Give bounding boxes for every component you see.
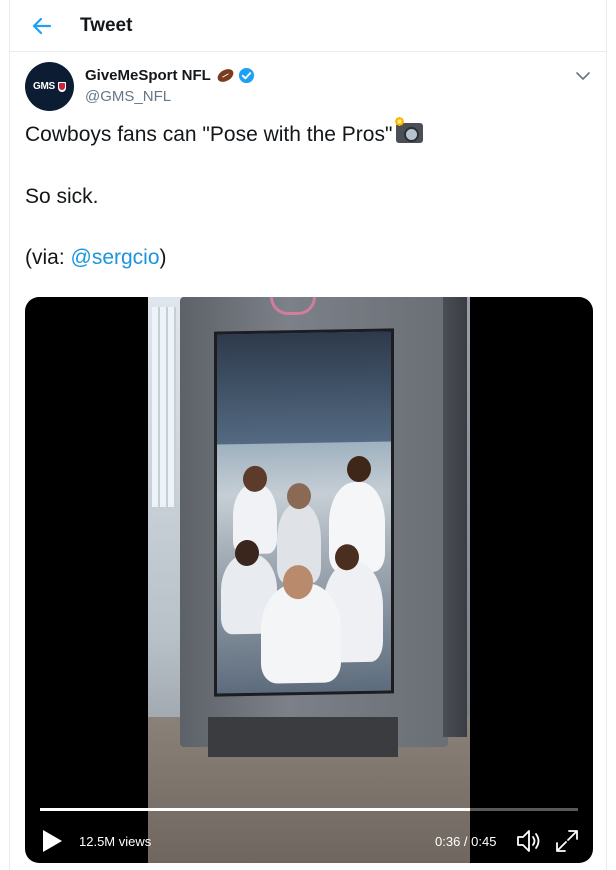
back-button[interactable] [28, 12, 56, 40]
author-name-row: GiveMeSport NFL [85, 66, 255, 85]
video-frame [148, 297, 470, 863]
avatar-logo-text: GMS [33, 81, 55, 92]
via-suffix: ) [159, 246, 167, 269]
page-title: Tweet [80, 15, 133, 36]
video-time: 0:36 / 0:45 [435, 834, 497, 849]
arrow-left-icon [32, 17, 52, 35]
author-display-name[interactable]: GiveMeSport NFL [85, 67, 211, 84]
fullscreen-icon[interactable] [555, 829, 579, 853]
tweet-line-3: (via: @sergcio) [25, 243, 167, 273]
via-prefix: (via: [25, 246, 71, 269]
tweet-author: GMS GiveMeSport NFL @GMS_NFL [25, 62, 595, 112]
video-player[interactable]: 12.5M views 0:36 / 0:45 [25, 297, 593, 863]
player-head [347, 455, 371, 483]
verified-icon [238, 67, 254, 84]
view-count: 12.5M views [79, 834, 152, 849]
play-icon[interactable] [41, 829, 63, 853]
video-progress-fill [40, 808, 471, 811]
tweet-line-1-text: Cowboys fans can "Pose with the Pros" [25, 123, 393, 146]
nfl-shield-icon [57, 81, 66, 92]
page-header: Tweet [10, 0, 606, 52]
stadium-ceiling [217, 331, 391, 445]
tweet-line-1: Cowboys fans can "Pose with the Pros" [25, 117, 424, 150]
video-progress-bar[interactable] [40, 808, 578, 811]
avatar[interactable]: GMS [25, 62, 74, 111]
volume-icon[interactable] [515, 828, 543, 854]
tweet-line-2: So sick. [25, 185, 99, 208]
camera-with-flash-icon [394, 117, 424, 143]
football-icon [215, 66, 236, 85]
kiosk-screen [214, 328, 394, 697]
kiosk-base [208, 717, 398, 757]
author-handle[interactable]: @GMS_NFL [85, 88, 171, 105]
tweet-page: Tweet GMS GiveMeSport NFL @GMS_NFL Cowbo… [9, 0, 607, 870]
video-controls: 12.5M views 0:36 / 0:45 [25, 822, 593, 862]
background-window [152, 307, 176, 507]
kiosk-side [443, 297, 467, 737]
tweet-menu-button[interactable] [571, 66, 595, 86]
chevron-down-icon [576, 71, 590, 80]
mention-link[interactable]: @sergcio [71, 246, 160, 269]
